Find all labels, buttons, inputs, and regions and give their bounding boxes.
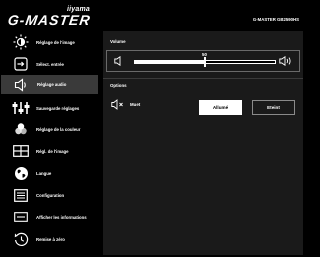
sidebar-item-configuration[interactable]: Configuration bbox=[0, 185, 101, 205]
sidebar-item-language[interactable]: Langue bbox=[0, 163, 101, 183]
sidebar-item-label: Sélect. entrée bbox=[36, 61, 64, 67]
setup-icon bbox=[12, 187, 30, 203]
osd-menu: iiyama G-MASTER G-MASTER GB2590HS Réglag… bbox=[0, 0, 304, 257]
volume-up-icon bbox=[279, 56, 293, 66]
mute-icon bbox=[111, 99, 125, 110]
sidebar-item-label: Langue bbox=[36, 170, 52, 176]
input-icon bbox=[12, 56, 30, 72]
sidebar-item-picture-adjust[interactable]: Réglage de l'image bbox=[0, 32, 101, 52]
info-icon bbox=[12, 209, 30, 225]
sidebar-item-reset[interactable]: Remise à zéro bbox=[0, 229, 101, 249]
sliders-icon bbox=[12, 100, 30, 116]
globe-icon bbox=[12, 165, 30, 181]
volume-down-icon bbox=[114, 56, 124, 66]
reset-icon bbox=[12, 231, 30, 247]
mute-on-button[interactable]: Allumé bbox=[199, 100, 242, 115]
sidebar-item-label: Réglage de l'image bbox=[36, 39, 75, 45]
sidebar-item-label: Réglage audio bbox=[37, 82, 67, 87]
sidebar-item-image-settings[interactable]: Régl. de l'image bbox=[0, 141, 101, 161]
sidebar-item-label: Réglage de la couleur bbox=[36, 126, 81, 132]
brightness-icon bbox=[12, 34, 30, 50]
sidebar-item-input-select[interactable]: Sélect. entrée bbox=[0, 54, 101, 74]
mute-option: Muet bbox=[111, 99, 140, 110]
mute-label: Muet bbox=[130, 102, 141, 107]
mute-off-button[interactable]: Eteint bbox=[252, 100, 295, 115]
volume-slider-track[interactable] bbox=[134, 57, 276, 67]
sidebar-item-label: Configuration bbox=[36, 192, 65, 198]
audio-settings-panel: Volume 50 Options Muet Allumé Eteint bbox=[103, 31, 303, 255]
model-name: G-MASTER GB2590HS bbox=[252, 17, 299, 22]
sidebar-item-label: Afficher les informations bbox=[36, 214, 87, 220]
sidebar-item-label: Régl. de l'image bbox=[36, 148, 69, 154]
sidebar-item-label: Sauvegarde réglages bbox=[36, 105, 80, 111]
divider bbox=[103, 78, 303, 79]
volume-title: Volume bbox=[110, 39, 126, 44]
sidebar-item-label: Remise à zéro bbox=[36, 236, 65, 242]
volume-slider-box[interactable]: 50 bbox=[106, 50, 300, 72]
brand-logo: G-MASTER bbox=[6, 12, 92, 28]
sidebar-item-color[interactable]: Réglage de la couleur bbox=[0, 119, 101, 139]
sidebar-item-audio[interactable]: Réglage audio bbox=[1, 75, 98, 94]
sidebar-item-information[interactable]: Afficher les informations bbox=[0, 207, 101, 227]
color-icon bbox=[12, 121, 30, 137]
layout-icon bbox=[12, 143, 30, 159]
options-title: Options bbox=[110, 83, 127, 88]
sidebar: Réglage de l'image Sélect. entrée Réglag… bbox=[0, 31, 101, 255]
speaker-icon bbox=[13, 77, 31, 93]
volume-slider-rest bbox=[205, 60, 276, 64]
sidebar-item-save-settings[interactable]: Sauvegarde réglages bbox=[0, 98, 101, 118]
volume-slider-fill bbox=[134, 60, 205, 64]
volume-slider-thumb[interactable] bbox=[204, 57, 206, 67]
